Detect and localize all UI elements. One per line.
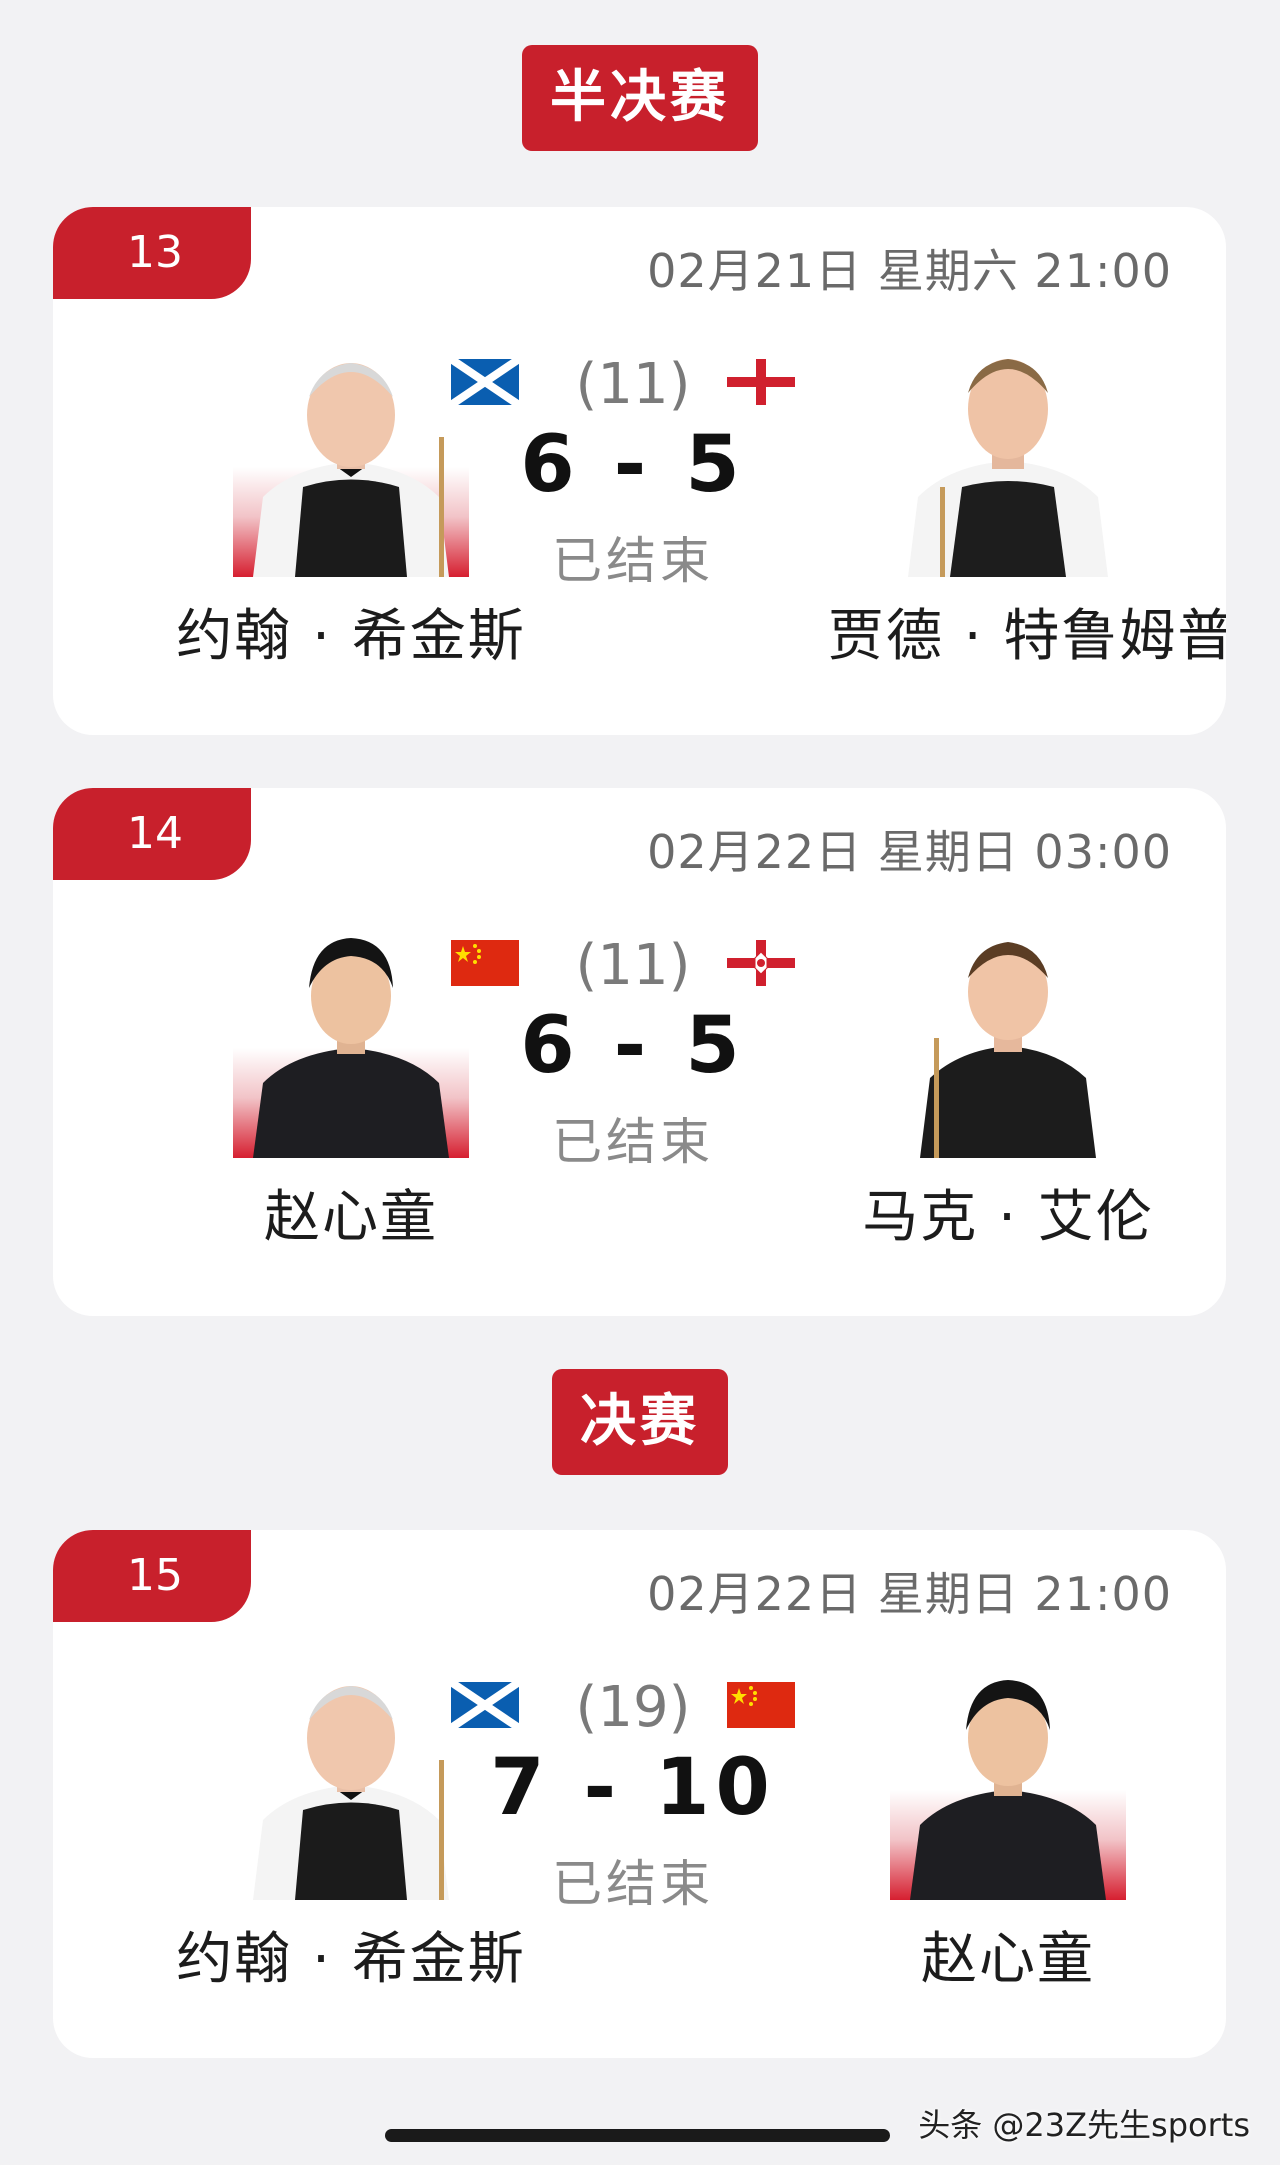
player-photo-zhao [890,1660,1126,1900]
best-of-frames: (19) [575,1675,691,1740]
score-panel: (11) 6 - 5 已结束 [403,347,863,593]
player-name: 赵心童 [921,1927,1095,1992]
match-status: 已结束 [552,1855,714,1913]
player-right[interactable]: 贾德 · 特鲁姆普 [828,337,1226,672]
match-datetime: 02月22日 星期日 21:00 [647,1567,1172,1621]
match-number: 15 [53,1530,251,1622]
player-photo-allen [890,918,1126,1158]
match-card-14[interactable]: 14 02月22日 星期日 03:00 赵心童 (11) 6 - 5 已结束 马… [53,788,1226,1316]
match-number: 14 [53,788,251,880]
scotland-flag-icon [451,359,519,405]
player-name: 贾德 · 特鲁姆普 [828,604,1226,669]
score-panel: (19) 7 - 10 已结束 [403,1670,863,1916]
player-right[interactable]: 赵心童 [828,1660,1188,1995]
northern-ireland-flag-icon [727,940,795,986]
player-name: 约翰 · 希金斯 [176,604,526,669]
player-name: 赵心童 [264,1185,438,1250]
match-datetime: 02月21日 星期六 21:00 [647,244,1172,298]
scotland-flag-icon [451,1682,519,1728]
player-right[interactable]: 马克 · 艾伦 [828,918,1188,1253]
match-score: 6 - 5 [520,1001,746,1091]
score-panel: (11) 6 - 5 已结束 [403,928,863,1174]
match-datetime: 02月22日 星期日 03:00 [647,825,1172,879]
match-status: 已结束 [552,532,714,590]
watermark: 头条 @23Z先生sports [918,2106,1250,2144]
stage-label-final: 决赛 [552,1369,728,1475]
match-score: 6 - 5 [520,420,746,510]
player-name: 马克 · 艾伦 [862,1185,1154,1250]
england-flag-icon [727,359,795,405]
best-of-frames: (11) [575,933,691,998]
player-name: 约翰 · 希金斯 [176,1927,526,1992]
china-flag-icon [451,940,519,986]
match-number: 13 [53,207,251,299]
home-indicator[interactable] [385,2129,890,2142]
stage-label-semifinal: 半决赛 [522,45,758,151]
match-status: 已结束 [552,1113,714,1171]
best-of-frames: (11) [575,352,691,417]
player-photo-trump [890,337,1126,577]
match-card-15[interactable]: 15 02月22日 星期日 21:00 约翰 · 希金斯 (19) 7 - 10… [53,1530,1226,2058]
china-flag-icon [727,1682,795,1728]
match-card-13[interactable]: 13 02月21日 星期六 21:00 约翰 · 希金斯 (11) 6 - 5 … [53,207,1226,735]
match-score: 7 - 10 [490,1743,776,1833]
